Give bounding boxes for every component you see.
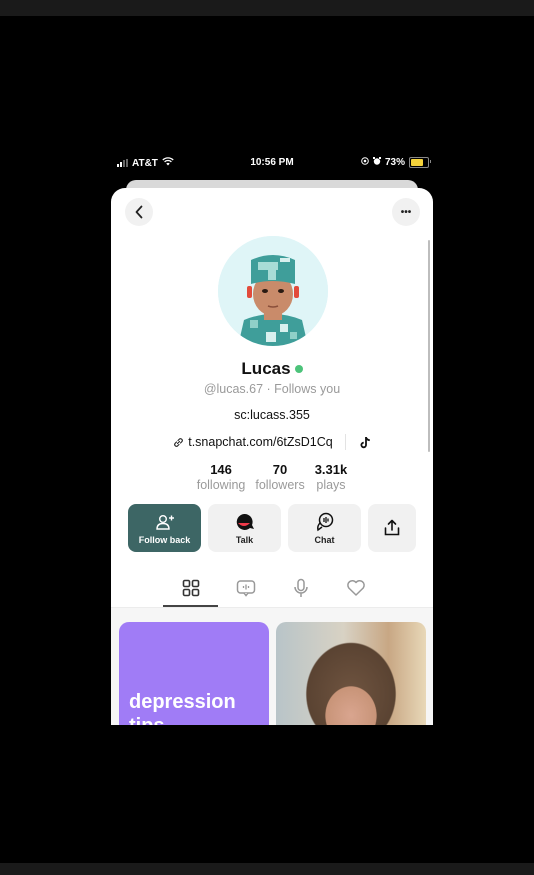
tab-posts[interactable] — [163, 568, 218, 608]
post-tile-photo[interactable] — [276, 622, 426, 725]
heart-icon — [346, 580, 365, 596]
battery-percent: 73% — [384, 157, 405, 168]
profile-sheet: ••• Lucas @lucas.67 · Follows you sc:luc… — [111, 188, 433, 725]
online-status-dot — [294, 364, 303, 373]
tab-replies[interactable] — [218, 568, 273, 608]
chat-icon — [315, 512, 335, 532]
follow-back-button[interactable]: Follow back — [128, 504, 201, 552]
chevron-left-icon — [135, 205, 143, 219]
post-tile-text[interactable]: depression tips — [119, 622, 269, 725]
profile-link[interactable]: t.snapchat.com/6tZsD1Cq — [188, 435, 333, 449]
profile-tabs — [163, 568, 385, 608]
chat-bubble-icon — [236, 580, 255, 597]
stat-plays[interactable]: 3.31k plays — [315, 462, 348, 492]
share-button[interactable] — [368, 504, 416, 552]
status-bar: AT&T 10:56 PM 73% — [111, 153, 433, 173]
chat-button[interactable]: Chat — [288, 504, 361, 552]
talk-icon — [234, 512, 256, 532]
talk-label: Talk — [235, 534, 254, 545]
display-name: Lucas — [111, 359, 433, 379]
bottom-letterbox-bar — [0, 863, 534, 875]
top-letterbox-bar — [0, 0, 534, 16]
back-button[interactable] — [125, 198, 153, 226]
microphone-icon — [293, 578, 308, 597]
tab-audio[interactable] — [273, 568, 328, 608]
chat-label: Chat — [314, 534, 335, 545]
alarm-icon — [372, 157, 381, 168]
stat-label: following — [196, 478, 246, 492]
username-handle: @lucas.67 · Follows you — [203, 382, 341, 396]
action-buttons: Follow back Talk Chat — [128, 504, 416, 552]
stat-following[interactable]: 146 following — [197, 462, 246, 492]
profile-name: Lucas — [241, 359, 291, 378]
add-user-icon — [155, 512, 175, 532]
stats-row: 146 following 70 followers 3.31k plays — [111, 462, 433, 492]
avatar[interactable] — [218, 236, 328, 346]
stat-value: 70 — [272, 462, 288, 477]
more-horizontal-icon: ••• — [400, 206, 412, 218]
stat-value: 3.31k — [314, 462, 348, 477]
screen-lock-icon — [361, 157, 369, 168]
follow-back-label: Follow back — [138, 534, 191, 545]
grid-icon — [182, 579, 199, 597]
tiktok-icon[interactable] — [360, 436, 371, 449]
share-icon — [383, 518, 401, 538]
divider — [344, 434, 346, 450]
stat-label: plays — [316, 478, 346, 492]
battery-icon — [409, 157, 431, 168]
link-row: t.snapchat.com/6tZsD1Cq — [111, 434, 433, 450]
talk-button[interactable]: Talk — [208, 504, 281, 552]
bio-text: sc:lucass.355 — [234, 408, 310, 422]
bitmoji-avatar-icon — [218, 236, 328, 346]
stat-label: followers — [255, 478, 305, 492]
tab-likes[interactable] — [328, 568, 383, 608]
stat-value: 146 — [210, 462, 232, 477]
stat-followers[interactable]: 70 followers — [255, 462, 304, 492]
more-options-button[interactable]: ••• — [392, 198, 420, 226]
link-icon — [173, 437, 184, 448]
post-text: depression tips — [129, 691, 236, 725]
